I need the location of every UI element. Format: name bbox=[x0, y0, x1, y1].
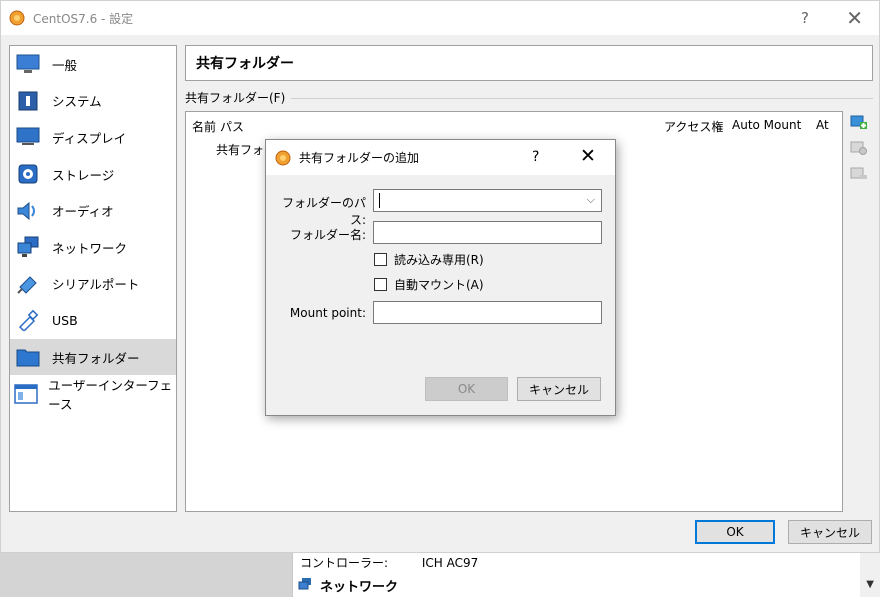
sidebar-item-0[interactable]: 一般 bbox=[10, 46, 176, 83]
read-only-checkbox-box[interactable] bbox=[374, 253, 387, 266]
settings-sidebar: 一般システムディスプレイ ストレージオーディオネットワーク シリアルポート USB 共有… bbox=[9, 45, 177, 512]
network-icon bbox=[14, 235, 42, 259]
sidebar-item-8[interactable]: 共有フォルダー bbox=[10, 338, 176, 376]
folder-path-label: フォルダーのパス: bbox=[281, 196, 366, 227]
monitor-icon bbox=[14, 52, 42, 76]
column-at[interactable]: At bbox=[816, 118, 829, 132]
ui-window-icon bbox=[14, 382, 38, 406]
dialog-ok-button[interactable]: OK bbox=[425, 377, 508, 401]
sidebar-item-label: 共有フォルダー bbox=[52, 350, 140, 366]
table-header: 名前 パス アクセス権 Auto Mount At bbox=[186, 112, 842, 138]
background-left-area bbox=[0, 553, 292, 597]
sidebar-item-label: ネットワーク bbox=[52, 240, 128, 256]
usb-icon bbox=[14, 308, 42, 332]
auto-mount-label: 自動マウント(A) bbox=[394, 278, 484, 292]
title-bar: CentOS7.6 - 設定 ? ✕ bbox=[1, 1, 879, 35]
network-section-label: ネットワーク bbox=[320, 580, 399, 595]
read-only-checkbox[interactable]: 読み込み専用(R) bbox=[374, 251, 484, 268]
sidebar-item-label: シリアルポート bbox=[52, 277, 140, 293]
text-cursor bbox=[379, 193, 380, 208]
cancel-button[interactable]: キャンセル bbox=[788, 520, 872, 544]
sidebar-item-6[interactable]: シリアルポート bbox=[10, 266, 176, 303]
sidebar-item-5[interactable]: ネットワーク bbox=[10, 229, 176, 266]
dialog-cancel-button[interactable]: キャンセル bbox=[517, 377, 601, 401]
chevron-down-icon[interactable]: ⌵ bbox=[587, 193, 595, 207]
sidebar-item-3[interactable]: ストレージ bbox=[10, 156, 176, 193]
mount-point-input[interactable] bbox=[373, 301, 602, 324]
folder-icon bbox=[14, 345, 42, 369]
folder-name-input[interactable] bbox=[373, 221, 602, 244]
controller-value: ICH AC97 bbox=[421, 556, 479, 570]
sidebar-item-label: 一般 bbox=[52, 57, 78, 73]
group-label: 共有フォルダー(F) bbox=[185, 89, 292, 106]
background-window: コントローラー: ICH AC97 ネットワーク ▼ bbox=[0, 552, 880, 597]
network-icon bbox=[298, 577, 312, 595]
chip-icon bbox=[14, 89, 42, 113]
column-name[interactable]: 名前 bbox=[192, 118, 216, 135]
window-title: CentOS7.6 - 設定 bbox=[33, 11, 134, 26]
serial-port-icon bbox=[14, 272, 42, 296]
sidebar-item-label: オーディオ bbox=[52, 204, 114, 220]
read-only-label: 読み込み専用(R) bbox=[394, 253, 484, 267]
disk-icon bbox=[14, 162, 42, 186]
virtualbox-app-icon bbox=[9, 10, 25, 26]
add-shared-folder-dialog: 共有フォルダーの追加 ? ✕ フォルダーのパス: ⌵ フォルダー名: 読み込み専… bbox=[265, 139, 616, 416]
column-path[interactable]: パス bbox=[220, 118, 244, 135]
sidebar-item-4[interactable]: オーディオ bbox=[10, 192, 176, 229]
scroll-down-icon[interactable]: ▼ bbox=[866, 579, 874, 590]
add-folder-icon[interactable] bbox=[848, 111, 870, 133]
virtualbox-app-icon bbox=[275, 150, 291, 165]
dialog-title-bar: 共有フォルダーの追加 ? ✕ bbox=[266, 140, 615, 175]
folder-toolbar bbox=[848, 111, 870, 189]
folder-path-combobox[interactable]: ⌵ bbox=[373, 189, 602, 212]
edit-folder-icon[interactable] bbox=[848, 137, 870, 159]
background-network-row: ネットワーク bbox=[298, 576, 398, 595]
column-access[interactable]: アクセス権 bbox=[664, 118, 723, 135]
sidebar-item-label: ストレージ bbox=[52, 167, 115, 183]
display-icon bbox=[14, 125, 42, 149]
controller-label: コントローラー: bbox=[300, 556, 389, 570]
auto-mount-checkbox[interactable]: 自動マウント(A) bbox=[374, 276, 484, 293]
folder-name-label: フォルダー名: bbox=[289, 228, 366, 242]
sidebar-item-2[interactable]: ディスプレイ bbox=[10, 119, 176, 156]
sidebar-item-label: ユーザーインターフェース bbox=[48, 377, 173, 412]
background-controller-row: コントローラー: ICH AC97 bbox=[300, 554, 478, 571]
dialog-title: 共有フォルダーの追加 bbox=[299, 151, 420, 165]
column-auto-mount[interactable]: Auto Mount bbox=[732, 118, 801, 132]
dialog-help-button[interactable]: ? bbox=[532, 149, 539, 165]
dialog-close-button[interactable]: ✕ bbox=[580, 145, 596, 167]
help-button[interactable]: ? bbox=[801, 9, 809, 27]
sidebar-item-7[interactable]: USB bbox=[10, 302, 176, 339]
auto-mount-checkbox-box[interactable] bbox=[374, 278, 387, 291]
sidebar-item-label: ディスプレイ bbox=[52, 130, 127, 146]
section-title: 共有フォルダー bbox=[185, 45, 873, 81]
sidebar-item-9[interactable]: ユーザーインターフェース bbox=[10, 375, 176, 412]
remove-folder-icon[interactable] bbox=[848, 163, 870, 185]
sidebar-item-1[interactable]: システム bbox=[10, 83, 176, 120]
close-button[interactable]: ✕ bbox=[846, 6, 863, 30]
speaker-icon bbox=[14, 199, 42, 223]
sidebar-item-label: USB bbox=[52, 312, 78, 328]
ok-button[interactable]: OK bbox=[695, 520, 775, 544]
mount-point-label: Mount point: bbox=[289, 306, 366, 320]
sidebar-item-label: システム bbox=[52, 94, 102, 110]
